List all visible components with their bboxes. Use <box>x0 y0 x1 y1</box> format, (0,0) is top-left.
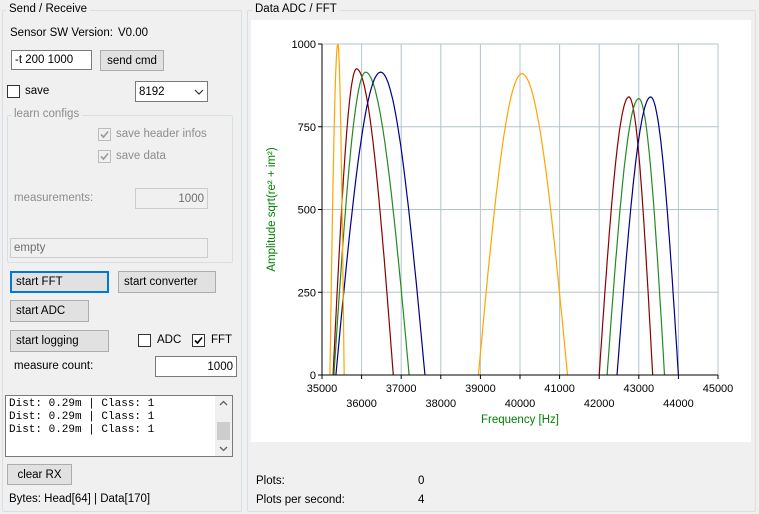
clear-rx-button[interactable]: clear RX <box>7 464 72 485</box>
y-tick-label: 750 <box>298 122 316 134</box>
x-tick-label: 42000 <box>584 398 615 410</box>
fft-label: FFT <box>211 334 233 346</box>
adc-label: ADC <box>157 334 182 346</box>
x-tick-label: 44000 <box>663 398 694 410</box>
measurements-label: measurements: <box>14 192 94 204</box>
fft-chart: 0 250 500 750 1000 35000 37000 39000 41000 43000 4… <box>251 20 751 442</box>
fft-chart-svg: 0 250 500 750 1000 35000 37000 39000 41000 43000 4… <box>266 39 734 426</box>
sensor-sw-value: V0.00 <box>118 27 149 39</box>
learn-configs-title: learn configs <box>11 108 83 120</box>
rx-line: Dist: 0.29m | Class: 1 <box>9 398 155 410</box>
y-tick-label: 0 <box>310 370 316 382</box>
x-tick-label: 38000 <box>426 398 457 410</box>
start-logging-button[interactable]: start logging <box>10 330 109 352</box>
send-receive-group-title: Send / Receive <box>6 3 90 15</box>
x-tick-label: 35000 <box>307 383 338 395</box>
fft-checkbox[interactable] <box>192 334 205 347</box>
x-axis-label: Frequency [Hz] <box>481 414 559 426</box>
scroll-down-icon[interactable] <box>215 441 232 456</box>
y-axis-label: Amplitude sqrt(re² + im²) <box>266 147 278 271</box>
measure-count-field[interactable]: 1000 <box>155 356 237 377</box>
scroll-up-icon[interactable] <box>215 396 232 411</box>
y-tick-label: 500 <box>298 205 316 217</box>
chart-grid <box>321 43 719 376</box>
start-fft-button[interactable]: start FFT <box>10 271 109 293</box>
series-line <box>477 73 569 375</box>
data-adc-fft-group-title: Data ADC / FFT <box>252 3 340 15</box>
bytes-status: Bytes: Head[64] | Data[170] <box>9 493 151 505</box>
sensor-sw-label: Sensor SW Version: <box>10 27 113 39</box>
start-adc-button[interactable]: start ADC <box>10 300 89 322</box>
x-tick-label: 40000 <box>505 398 536 410</box>
rx-line: Dist: 0.29m | Class: 1 <box>9 424 155 436</box>
x-tick-label: 41000 <box>544 383 575 395</box>
plots-per-second-value: 4 <box>418 494 425 506</box>
check-icon <box>100 152 109 161</box>
chevron-down-icon <box>194 89 204 95</box>
series-line <box>598 96 654 375</box>
save-header-infos-checkbox[interactable] <box>98 128 111 141</box>
check-icon <box>100 130 109 139</box>
save-data-checkbox[interactable] <box>98 150 111 163</box>
command-input[interactable]: -t 200 1000 <box>11 50 92 70</box>
y-tick-label: 1000 <box>292 39 316 51</box>
chart-axes <box>318 43 719 379</box>
plots-value: 0 <box>418 475 425 487</box>
plots-label: Plots: <box>256 475 285 487</box>
series-line <box>333 71 410 375</box>
rx-textbox[interactable]: Dist: 0.29m | Class: 1 Dist: 0.29m | Cla… <box>5 395 233 457</box>
x-tick-label: 45000 <box>703 383 734 395</box>
check-icon <box>194 336 203 345</box>
x-tick-label: 36000 <box>346 398 377 410</box>
learn-status-field[interactable]: empty <box>10 238 208 258</box>
measure-count-label: measure count: <box>14 360 94 372</box>
plots-per-second-label: Plots per second: <box>256 494 345 506</box>
buffer-size-value: 8192 <box>139 85 165 98</box>
save-data-label: save data <box>116 150 166 162</box>
x-tick-label: 43000 <box>624 383 655 395</box>
measurements-field[interactable]: 1000 <box>135 188 208 209</box>
buffer-size-select[interactable]: 8192 <box>135 81 208 102</box>
series-line <box>606 97 666 375</box>
save-checkbox[interactable] <box>7 85 20 98</box>
start-converter-button[interactable]: start converter <box>118 271 216 293</box>
rx-scrollbar[interactable] <box>215 396 232 456</box>
x-tick-label: 37000 <box>386 383 417 395</box>
send-cmd-button[interactable]: send cmd <box>100 50 164 71</box>
y-tick-label: 250 <box>298 287 316 299</box>
save-header-infos-label: save header infos <box>116 128 207 140</box>
x-tick-label: 39000 <box>465 383 496 395</box>
adc-checkbox[interactable] <box>138 334 151 347</box>
scroll-thumb[interactable] <box>217 422 230 440</box>
save-label: save <box>25 85 50 97</box>
rx-line: Dist: 0.29m | Class: 1 <box>9 411 155 423</box>
